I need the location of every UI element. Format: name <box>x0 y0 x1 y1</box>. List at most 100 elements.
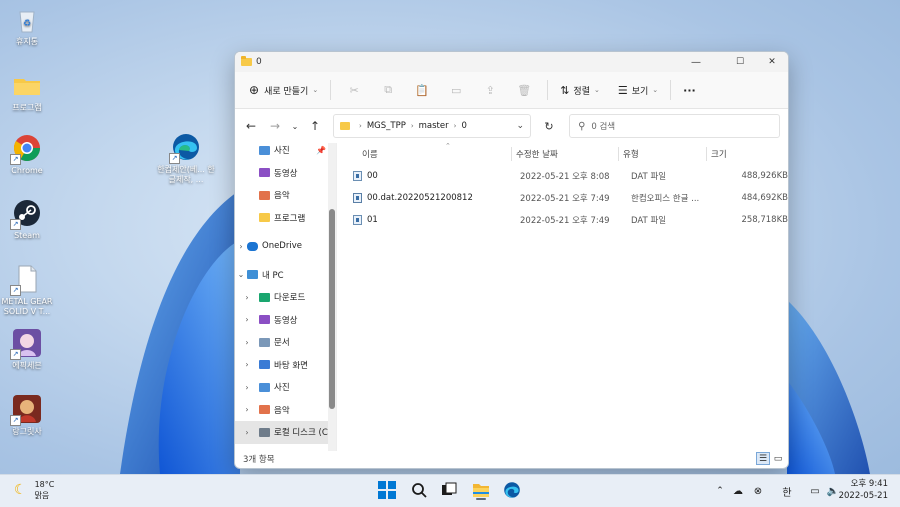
desktop-icon-recycle-bin[interactable]: ♻ 휴지통 <box>0 4 54 47</box>
close-button[interactable]: ✕ <box>756 52 788 72</box>
show-hidden-icons-button[interactable]: ⌃ <box>712 486 728 496</box>
dat-file-icon <box>353 171 362 181</box>
chevron-down-icon: ⌄ <box>312 86 319 94</box>
breadcrumb-item[interactable]: MGS_TPP <box>367 121 406 131</box>
file-row[interactable]: 00 2022-05-21 오후 8:08 DAT 파일 488,926KB <box>337 165 788 187</box>
nav-item-onedrive[interactable]: › OneDrive <box>235 235 336 258</box>
nav-scrollbar[interactable] <box>328 143 336 451</box>
refresh-icon: ↻ <box>544 119 554 133</box>
weather-temperature: 18°C <box>34 480 55 489</box>
scrollbar-thumb[interactable] <box>329 209 335 409</box>
breadcrumb-item[interactable]: 0 <box>461 121 466 131</box>
nav-item-music-quick[interactable]: 음악 <box>235 184 336 207</box>
weather-widget[interactable]: ☾ 18°C 맑음 <box>14 479 54 501</box>
cut-button[interactable]: ✂ <box>337 77 371 103</box>
desktop-icon-epic-seven[interactable]: ↗ 에픽세븐 <box>0 328 54 371</box>
more-options-button[interactable]: ··· <box>677 77 702 103</box>
file-explorer-window: 0 — ☐ ✕ ⊕ 새로 만들기 ⌄ ✂ ⧉ 📋 ▭ ⇪ 🗑 ⇅ 정렬 ⌄ ☰ … <box>234 51 789 469</box>
minimize-button[interactable]: — <box>680 52 712 72</box>
music-icon <box>259 405 270 415</box>
shortcut-arrow-icon: ↗ <box>169 153 180 164</box>
recent-locations-button[interactable]: ⌄ <box>287 114 303 138</box>
desktop-icon-edge-shortcut[interactable]: ↗ 한컴제안(베... 한글제작, ... <box>157 132 215 185</box>
sort-button[interactable]: ⇅ 정렬 ⌄ <box>554 77 606 103</box>
navigation-pane: 사진 📌 동영상 음악 프로그램 › OneDrive ⌄ 내 PC › 다운로… <box>235 143 337 451</box>
nav-item-pictures-quick[interactable]: 사진 📌 <box>235 143 336 162</box>
chevron-right-icon[interactable]: › <box>235 428 259 437</box>
nav-item-this-pc[interactable]: ⌄ 내 PC <box>235 264 336 287</box>
maximize-button[interactable]: ☐ <box>724 52 756 72</box>
shortcut-arrow-icon: ↗ <box>10 219 21 230</box>
desktop-icon-chrome[interactable]: ↗ Chrome <box>0 133 54 176</box>
edge-taskbar-button[interactable] <box>501 479 523 501</box>
chevron-right-icon[interactable]: › <box>235 293 259 302</box>
network-icon[interactable]: ▭ <box>806 486 824 497</box>
details-view-button[interactable]: ☰ <box>756 452 770 465</box>
up-button[interactable]: ↑ <box>303 114 327 138</box>
chevron-right-icon: › <box>410 122 414 130</box>
document-icon <box>259 337 270 347</box>
chevron-down-icon[interactable]: ⌄ <box>235 270 247 279</box>
trash-icon: 🗑 <box>517 83 532 97</box>
nav-item-programs[interactable]: 프로그램 <box>235 207 336 230</box>
back-button[interactable]: ← <box>239 114 263 138</box>
task-view-button[interactable] <box>438 479 460 501</box>
plus-circle-icon: ⊕ <box>249 83 260 97</box>
divider <box>547 80 549 100</box>
desktop-icon-langrisser[interactable]: ↗ 랑그릿사 <box>0 394 54 437</box>
file-explorer-taskbar-button[interactable] <box>470 479 492 501</box>
address-dropdown-button[interactable]: ⌄ <box>516 121 524 131</box>
app-tray-icon[interactable]: ⊗ <box>748 486 768 497</box>
chevron-right-icon[interactable]: › <box>235 315 259 324</box>
nav-item-music[interactable]: › 음악 <box>235 399 336 422</box>
breadcrumb-item[interactable]: master <box>419 121 449 131</box>
nav-item-local-disk[interactable]: › 로컬 디스크 (C: <box>235 421 336 444</box>
nav-item-pictures[interactable]: › 사진 <box>235 376 336 399</box>
chevron-right-icon[interactable]: › <box>235 338 259 347</box>
new-button[interactable]: ⊕ 새로 만들기 ⌄ <box>243 77 324 103</box>
paste-button[interactable]: 📋 <box>405 77 439 103</box>
epic-seven-icon: ↗ <box>10 328 42 360</box>
copy-button[interactable]: ⧉ <box>371 77 405 103</box>
search-button[interactable] <box>408 479 430 501</box>
dat-file-icon <box>353 215 362 225</box>
refresh-button[interactable]: ↻ <box>537 114 561 138</box>
clock[interactable]: 오후 9:41 2022-05-21 <box>839 478 888 502</box>
windows-logo-icon <box>378 481 396 499</box>
file-row[interactable]: 00.dat.20220521200812 2022-05-21 오후 7:49… <box>337 187 788 209</box>
column-header-size[interactable]: 크기 <box>707 148 781 160</box>
desktop-icon-steam[interactable]: ↗ Steam <box>0 198 54 241</box>
chevron-right-icon[interactable]: › <box>235 405 259 414</box>
address-bar[interactable]: › MGS_TPP › master › 0 ⌄ <box>333 114 531 138</box>
rename-button[interactable]: ▭ <box>439 77 473 103</box>
ime-indicator[interactable]: 한 <box>774 484 800 499</box>
chevron-down-icon: ⌄ <box>593 86 600 94</box>
view-button[interactable]: ☰ 보기 ⌄ <box>612 77 664 103</box>
videos-icon <box>259 315 270 325</box>
system-tray: ⌃ ☁ ⊗ 한 ▭ 🔈 <box>712 475 842 507</box>
nav-item-videos-quick[interactable]: 동영상 <box>235 162 336 185</box>
delete-button[interactable]: 🗑 <box>507 77 541 103</box>
nav-item-desktop[interactable]: › 바탕 화면 <box>235 354 336 377</box>
forward-button[interactable]: → <box>263 114 287 138</box>
nav-item-documents[interactable]: › 문서 <box>235 331 336 354</box>
start-button[interactable] <box>376 479 398 501</box>
onedrive-cloud-icon[interactable]: ☁ <box>728 486 748 497</box>
videos-icon <box>259 168 270 178</box>
steam-icon: ↗ <box>10 198 42 230</box>
search-input[interactable]: ⚲ 0 검색 <box>569 114 780 138</box>
title-bar[interactable]: 0 — ☐ ✕ <box>235 52 788 72</box>
desktop-icon-metal-gear[interactable]: ↗ METAL GEAR SOLID V T... <box>0 264 54 317</box>
nav-item-videos[interactable]: › 동영상 <box>235 309 336 332</box>
column-header-type[interactable]: 유형 <box>619 148 706 160</box>
chevron-right-icon[interactable]: › <box>235 242 247 251</box>
file-row[interactable]: 01 2022-05-21 오후 7:49 DAT 파일 258,718KB <box>337 209 788 231</box>
tiles-view-button[interactable]: ▭ <box>771 452 785 465</box>
chevron-right-icon[interactable]: › <box>235 383 259 392</box>
column-header-name[interactable]: 이름 <box>337 148 511 160</box>
column-header-date[interactable]: 수정한 날짜 <box>512 148 618 160</box>
chevron-right-icon[interactable]: › <box>235 360 259 369</box>
desktop-icon-programs-folder[interactable]: 프로그램 <box>0 70 54 113</box>
share-button[interactable]: ⇪ <box>473 77 507 103</box>
nav-item-downloads[interactable]: › 다운로드 <box>235 286 336 309</box>
